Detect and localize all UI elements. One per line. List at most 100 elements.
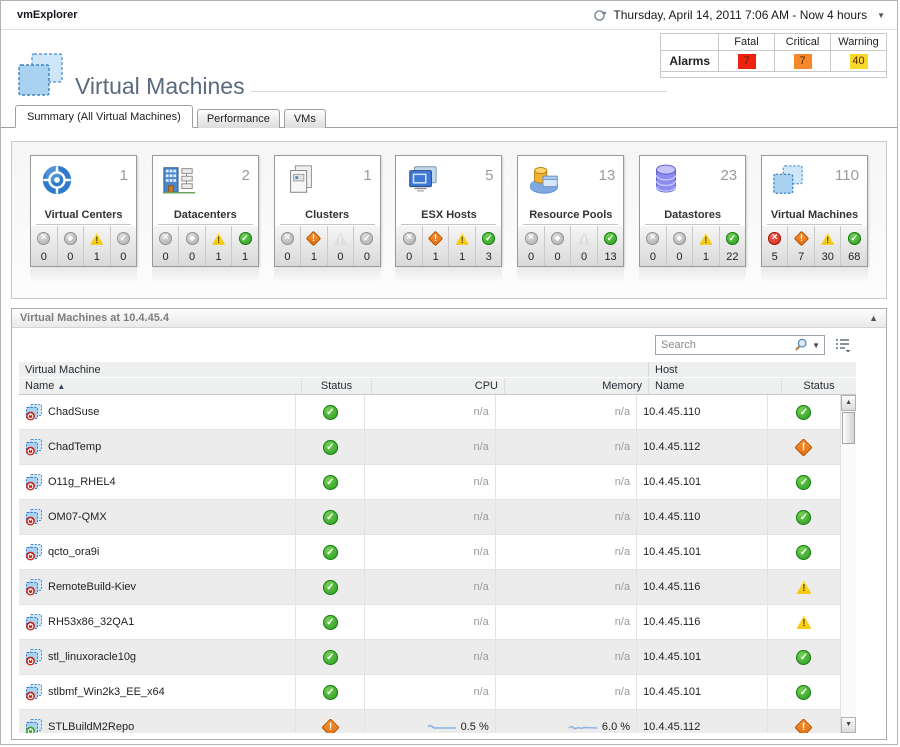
status-normal-icon [239, 232, 252, 245]
status-normal-icon [323, 685, 338, 700]
tab-performance[interactable]: Performance [197, 109, 280, 128]
table-row[interactable]: stlbmf_Win2k3_EE_x64 n/a n/a 10.4.45.101 [19, 675, 840, 710]
table-row[interactable]: ChadSuse n/a n/a 10.4.45.110 [19, 395, 840, 430]
tile-critical-count[interactable]: 0 [544, 226, 571, 266]
status-fatal-icon [159, 232, 172, 245]
tile-datastores[interactable]: 23 Datastores 0 0 1 22 [639, 155, 746, 267]
tile-fatal-count[interactable]: 0 [640, 226, 666, 266]
tile-normal-count[interactable]: 0 [110, 226, 137, 266]
table-row[interactable]: RemoteBuild-Kiev n/a n/a 10.4.45.116 [19, 570, 840, 605]
tile-normal-count[interactable]: 3 [475, 226, 502, 266]
status-normal-icon [726, 232, 739, 245]
tile-title: Clusters [280, 208, 375, 225]
memory-value: n/a [615, 441, 630, 453]
search-input[interactable] [661, 339, 794, 351]
table-row[interactable]: stl_linuxoracle10g n/a n/a 10.4.45.101 [19, 640, 840, 675]
tile-warning-count[interactable]: 1 [83, 226, 110, 266]
tile-normal-count[interactable]: 1 [231, 226, 258, 266]
tile-warning-count[interactable]: 1 [448, 226, 475, 266]
table-row[interactable]: STLBuildM2Repo 0.5 % 6.0 % 10.4.45.112 [19, 710, 840, 733]
table-row[interactable]: OM07-QMX n/a n/a 10.4.45.110 [19, 500, 840, 535]
cpu-value: n/a [473, 651, 488, 663]
status-warning-icon [796, 615, 811, 630]
memory-value: n/a [615, 511, 630, 523]
search-dropdown-icon[interactable]: ▼ [812, 341, 820, 350]
customizer-icon[interactable] [835, 338, 851, 352]
tile-warning-count[interactable]: 30 [814, 226, 841, 266]
tile-warning-count[interactable]: 1 [692, 226, 719, 266]
table-row[interactable]: qcto_ora9i n/a n/a 10.4.45.101 [19, 535, 840, 570]
warning-alarm-count[interactable]: 40 [850, 54, 868, 69]
vm-name: stl_linuxoracle10g [48, 651, 136, 663]
tile-critical-count[interactable]: 0 [57, 226, 84, 266]
vm-table: Virtual Machine Host Name▲ Status CPU Me… [19, 362, 856, 733]
tile-status-bar: 0 0 1 22 [640, 225, 745, 266]
tile-virtual-machines[interactable]: 110 Virtual Machines 5 7 30 68 [761, 155, 868, 267]
status-warning-icon [90, 232, 103, 245]
table-row[interactable]: O11g_RHEL4 n/a n/a 10.4.45.101 [19, 465, 840, 500]
tile-fatal-count[interactable]: 0 [518, 226, 544, 266]
tile-title: Virtual Machines [767, 208, 862, 225]
tile-warning-count[interactable]: 1 [205, 226, 232, 266]
tile-normal-count[interactable]: 13 [597, 226, 624, 266]
column-header-host-status[interactable]: Status [781, 378, 856, 394]
tile-critical-count[interactable]: 0 [666, 226, 693, 266]
tile-virtual-centers[interactable]: 1 Virtual Centers 0 0 1 0 [30, 155, 137, 267]
vm-name: RemoteBuild-Kiev [48, 581, 136, 593]
host-name: 10.4.45.110 [643, 511, 700, 523]
vm-name: qcto_ora9i [48, 546, 99, 558]
tile-fatal-count[interactable]: 0 [31, 226, 57, 266]
table-row[interactable]: ChadTemp n/a n/a 10.4.45.112 [19, 430, 840, 465]
status-normal-icon [323, 650, 338, 665]
vm-icon [25, 509, 43, 526]
column-header-host-name[interactable]: Name [648, 378, 781, 394]
tile-fatal-count[interactable]: 0 [396, 226, 422, 266]
virtual-center-icon [39, 163, 75, 199]
table-toolbar: ▼ [19, 332, 879, 362]
column-header-row: Name▲ Status CPU Memory Name Status [19, 378, 856, 395]
tile-fatal-count[interactable]: 5 [762, 226, 788, 266]
tile-critical-count[interactable]: 1 [300, 226, 327, 266]
status-normal-icon [796, 510, 811, 525]
column-header-cpu[interactable]: CPU [371, 378, 504, 394]
tile-normal-count[interactable]: 22 [719, 226, 746, 266]
column-header-name[interactable]: Name▲ [19, 378, 301, 394]
host-name: 10.4.45.110 [643, 406, 700, 418]
tile-resource-pools[interactable]: 13 Resource Pools 0 0 0 13 [517, 155, 624, 267]
tile-warning-count[interactable]: 0 [327, 226, 354, 266]
fatal-alarm-count[interactable]: 7 [738, 54, 756, 69]
time-range-selector[interactable]: Thursday, April 14, 2011 7:06 AM - Now 4… [594, 8, 885, 22]
vm-name: ChadSuse [48, 406, 99, 418]
scrollbar-thumb[interactable] [842, 412, 855, 444]
time-range-dropdown-icon[interactable]: ▼ [877, 11, 885, 20]
tile-esx-hosts[interactable]: 5 ESX Hosts 0 1 1 3 [395, 155, 502, 267]
tile-normal-count[interactable]: 0 [353, 226, 380, 266]
virtual-machine-icon [770, 163, 806, 199]
tab-vms[interactable]: VMs [284, 109, 326, 128]
tab-bar: Summary (All Virtual Machines) Performan… [1, 104, 897, 128]
panel-collapse-icon[interactable]: ▲ [869, 313, 878, 323]
vertical-scrollbar[interactable]: ▲ ▼ [840, 395, 856, 733]
tile-clusters[interactable]: 1 Clusters 0 1 0 0 [274, 155, 381, 267]
search-icon[interactable] [794, 338, 808, 352]
scrollbar-track[interactable] [841, 411, 856, 717]
tile-normal-count[interactable]: 68 [840, 226, 867, 266]
esx-host-icon [404, 163, 440, 199]
column-header-status[interactable]: Status [301, 378, 371, 394]
tile-warning-count[interactable]: 0 [570, 226, 597, 266]
status-normal-icon [482, 232, 495, 245]
tile-fatal-count[interactable]: 0 [275, 226, 301, 266]
tile-datacenters[interactable]: 2 Datacenters 0 0 1 1 [152, 155, 259, 267]
scroll-down-button[interactable]: ▼ [841, 717, 856, 733]
scroll-up-button[interactable]: ▲ [841, 395, 856, 411]
tile-critical-count[interactable]: 7 [787, 226, 814, 266]
tile-critical-count[interactable]: 0 [178, 226, 205, 266]
critical-alarm-count[interactable]: 7 [794, 54, 812, 69]
column-header-memory[interactable]: Memory [504, 378, 648, 394]
tile-critical-count[interactable]: 1 [422, 226, 449, 266]
host-name: 10.4.45.101 [643, 546, 701, 558]
tab-summary[interactable]: Summary (All Virtual Machines) [15, 105, 193, 128]
table-row[interactable]: RH53x86_32QA1 n/a n/a 10.4.45.116 [19, 605, 840, 640]
status-fatal-icon [281, 232, 294, 245]
tile-fatal-count[interactable]: 0 [153, 226, 179, 266]
